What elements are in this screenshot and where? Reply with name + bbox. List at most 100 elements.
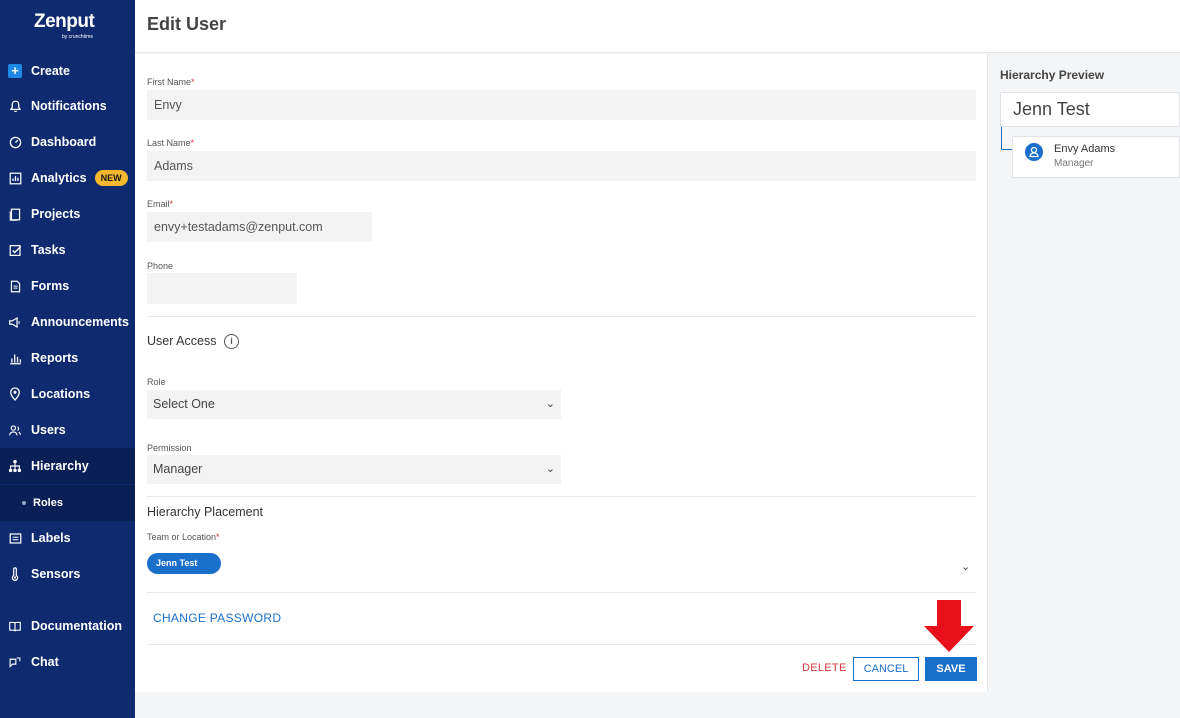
label-icon [8, 531, 22, 545]
sidebar-item-locations[interactable]: Locations [0, 376, 135, 412]
projects-icon [8, 207, 22, 221]
sidebar-item-announcements[interactable]: Announcements [0, 304, 135, 340]
sidebar-item-label: Forms [31, 279, 70, 293]
email-label: Email* [147, 199, 173, 209]
logo-text: Zenput [34, 11, 95, 32]
edit-user-form: First Name* Envy Last Name* Adams Email*… [135, 54, 988, 692]
sidebar-item-label: Announcements [31, 315, 129, 329]
sidebar-item-label: Sensors [31, 567, 81, 581]
child-user-name: Envy Adams [1054, 143, 1116, 155]
label-text: First Name [147, 77, 192, 87]
sidebar-item-label: Analytics [31, 171, 87, 185]
sidebar-item-label: Reports [31, 351, 79, 365]
sidebar-item-analytics[interactable]: Analytics NEW [0, 160, 135, 196]
sidebar-item-documentation[interactable]: Documentation [0, 608, 135, 644]
delete-button[interactable]: DELETE [802, 662, 847, 674]
sidebar: Zenput by crunchtime + Create Notificati… [0, 0, 135, 718]
logo-subtext: by crunchtime [62, 34, 94, 40]
phone-label: Phone [147, 261, 174, 271]
sidebar-item-create[interactable]: + Create [0, 53, 135, 89]
sidebar-item-label: Notifications [31, 99, 107, 113]
divider [147, 644, 976, 645]
user-avatar-icon [1025, 143, 1043, 161]
users-icon [8, 423, 22, 437]
required-marker: * [191, 77, 195, 87]
gauge-icon [8, 135, 22, 149]
sidebar-item-reports[interactable]: Reports [0, 340, 135, 376]
label-text: Last Name [147, 138, 191, 148]
chevron-down-icon: ⌄ [545, 398, 555, 410]
sidebar-item-notifications[interactable]: Notifications [0, 88, 135, 124]
sidebar-item-sensors[interactable]: Sensors [0, 556, 135, 592]
sidebar-item-forms[interactable]: Forms [0, 268, 135, 304]
sidebar-subitem-roles[interactable]: Roles [0, 485, 135, 521]
team-location-label: Team or Location* [147, 532, 220, 542]
sidebar-item-label: Chat [31, 655, 59, 669]
sidebar-item-label: Users [31, 423, 66, 437]
hierarchy-icon [8, 459, 22, 473]
divider [147, 496, 976, 497]
change-password-button[interactable]: CHANGE PASSWORD [153, 611, 281, 625]
team-chip[interactable]: Jenn Test [147, 553, 221, 574]
hierarchy-root-node[interactable]: Jenn Test [1000, 92, 1180, 127]
required-marker: * [169, 199, 174, 209]
sidebar-item-label: Dashboard [31, 135, 97, 149]
sidebar-item-hierarchy[interactable]: Hierarchy [0, 448, 135, 484]
child-user-role: Manager [1054, 158, 1094, 169]
chat-icon [8, 655, 22, 669]
sidebar-item-users[interactable]: Users [0, 412, 135, 448]
sidebar-item-projects[interactable]: Projects [0, 196, 135, 232]
sidebar-item-label: Roles [33, 497, 63, 509]
megaphone-icon [8, 315, 22, 329]
info-icon[interactable]: i [224, 334, 239, 349]
sidebar-item-labels[interactable]: Labels [0, 520, 135, 556]
sidebar-item-label: Projects [31, 207, 81, 221]
user-access-title: User Access [147, 334, 217, 348]
sidebar-item-tasks[interactable]: Tasks [0, 232, 135, 268]
sidebar-item-label: Tasks [31, 243, 66, 257]
thermometer-icon [8, 567, 22, 581]
label-text: Team or Location [147, 532, 217, 542]
save-button[interactable]: SAVE [925, 657, 977, 681]
hierarchy-placement-title: Hierarchy Placement [147, 505, 264, 519]
red-arrow-annotation [924, 600, 974, 652]
checkbox-icon [8, 243, 22, 257]
page-header: Edit User [135, 0, 1180, 53]
location-pin-icon [8, 387, 22, 401]
preview-title: Hierarchy Preview [1000, 68, 1105, 82]
sidebar-item-label: Hierarchy [31, 459, 89, 473]
first-name-label: First Name* [147, 77, 195, 87]
role-selected-value: Select One [153, 397, 215, 411]
book-icon [8, 619, 22, 633]
hierarchy-child-node[interactable]: Envy Adams Manager [1012, 136, 1180, 178]
hierarchy-preview-panel: Hierarchy Preview Jenn Test Envy Adams M… [988, 54, 1180, 718]
role-label: Role [147, 377, 166, 387]
sidebar-item-label: Labels [31, 531, 71, 545]
chevron-down-icon[interactable]: ⌄ [961, 560, 970, 573]
sidebar-item-chat[interactable]: Chat [0, 644, 135, 680]
required-marker: * [216, 532, 220, 542]
email-input[interactable]: envy+testadams@zenput.com [147, 212, 372, 242]
chevron-down-icon: ⌄ [545, 463, 555, 475]
sidebar-item-label: Locations [31, 387, 91, 401]
cancel-button[interactable]: CANCEL [853, 657, 919, 681]
required-marker: * [190, 138, 195, 148]
phone-input[interactable] [147, 273, 297, 304]
role-select[interactable]: Select One ⌄ [147, 390, 561, 419]
last-name-input[interactable]: Adams [147, 151, 976, 181]
label-text: Email [147, 199, 170, 209]
plus-icon: + [8, 64, 22, 78]
bell-icon [8, 99, 22, 113]
bullet-dot [22, 501, 26, 505]
last-name-label: Last Name* [147, 138, 194, 148]
document-icon [8, 279, 22, 293]
sidebar-item-label: Create [31, 64, 70, 78]
permission-select[interactable]: Manager ⌄ [147, 455, 561, 484]
bar-chart-icon [8, 351, 22, 365]
permission-label: Permission [147, 443, 192, 453]
sidebar-item-dashboard[interactable]: Dashboard [0, 124, 135, 160]
first-name-input[interactable]: Envy [147, 90, 976, 120]
permission-selected-value: Manager [153, 462, 203, 476]
zenput-logo[interactable]: Zenput by crunchtime [34, 12, 104, 42]
divider [147, 592, 976, 593]
